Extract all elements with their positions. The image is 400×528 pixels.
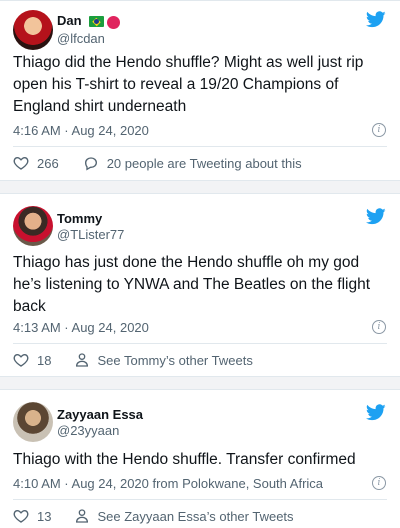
divider	[13, 146, 387, 147]
tweet-timestamp[interactable]: 4:10 AM · Aug 24, 2020 from Polokwane, S…	[13, 476, 323, 491]
red-circle-icon	[107, 16, 121, 29]
display-name[interactable]: Zayyaan Essa	[57, 407, 143, 422]
tweet-card-1[interactable]: Dan @lfcdan Thiago did the Hendo shuffle…	[0, 0, 400, 181]
handle[interactable]: @lfcdan	[57, 31, 105, 46]
tweet-text: Thiago did the Hendo shuffle? Might as w…	[13, 54, 364, 115]
twitter-bird-icon[interactable]	[366, 11, 386, 28]
person-icon[interactable]	[75, 352, 89, 368]
like-count[interactable]: 18	[37, 353, 51, 368]
other-tweets-link[interactable]: See Zayyaan Essa’s other Tweets	[97, 509, 293, 524]
tweet-actions: 18 See Tommy’s other Tweets	[13, 352, 253, 368]
avatar[interactable]	[13, 10, 53, 50]
handle[interactable]: @23yyaan	[57, 423, 119, 438]
divider	[13, 499, 387, 500]
twitter-bird-icon[interactable]	[366, 208, 386, 225]
tweet-card-3[interactable]: Zayyaan Essa @23yyaan Thiago with the He…	[0, 389, 400, 528]
info-icon[interactable]: i	[372, 123, 386, 137]
tweet-text: Thiago has just done the Hendo shuffle o…	[13, 254, 371, 315]
display-name[interactable]: Dan	[57, 13, 121, 29]
other-tweets-link[interactable]: See Tommy’s other Tweets	[97, 353, 252, 368]
speech-bubble-icon[interactable]	[83, 155, 99, 171]
tweet-actions: 13 See Zayyaan Essa’s other Tweets	[13, 508, 294, 524]
brazil-flag-icon	[89, 16, 105, 27]
tweet-timestamp[interactable]: 4:16 AM · Aug 24, 2020	[13, 123, 149, 138]
like-count[interactable]: 266	[37, 156, 59, 171]
heart-icon[interactable]	[13, 352, 29, 368]
avatar[interactable]	[13, 402, 53, 442]
display-name[interactable]: Tommy	[57, 211, 102, 226]
info-icon[interactable]: i	[372, 320, 386, 334]
tweet-text: Thiago with the Hendo shuffle. Transfer …	[13, 451, 356, 468]
secondary-link[interactable]: 20 people are Tweeting about this	[107, 156, 302, 171]
tweet-actions: 266 20 people are Tweeting about this	[13, 155, 302, 171]
info-icon[interactable]: i	[372, 476, 386, 490]
heart-icon[interactable]	[13, 155, 29, 171]
tweet-timestamp[interactable]: 4:13 AM · Aug 24, 2020	[13, 320, 149, 335]
tweet-card-2[interactable]: Tommy @TLister77 Thiago has just done th…	[0, 193, 400, 377]
name-emoji	[89, 16, 121, 29]
divider	[13, 343, 387, 344]
twitter-bird-icon[interactable]	[366, 404, 386, 421]
like-count[interactable]: 13	[37, 509, 51, 524]
person-icon[interactable]	[75, 508, 89, 524]
heart-icon[interactable]	[13, 508, 29, 524]
handle[interactable]: @TLister77	[57, 227, 124, 242]
avatar[interactable]	[13, 206, 53, 246]
